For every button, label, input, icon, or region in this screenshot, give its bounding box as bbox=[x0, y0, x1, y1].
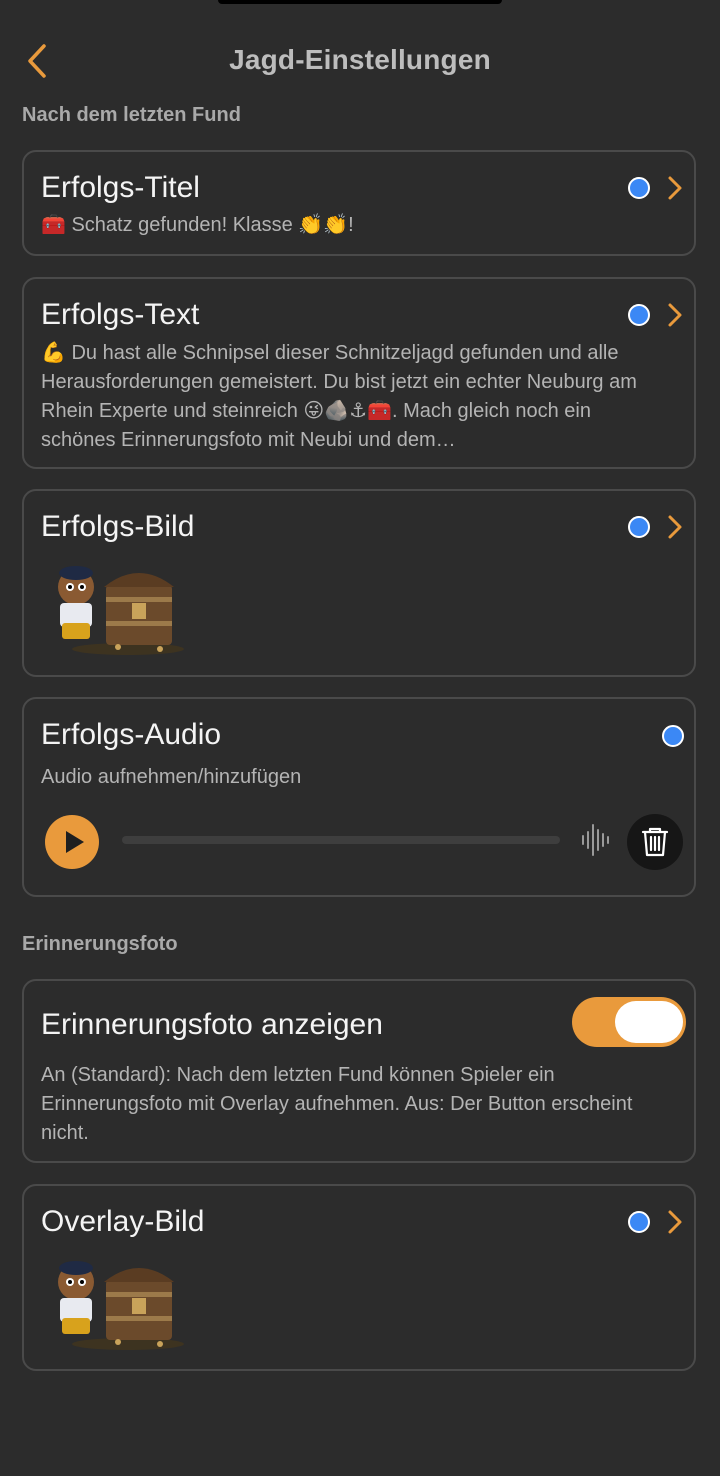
modified-indicator bbox=[628, 516, 650, 538]
overlay-image-card[interactable]: Overlay-Bild bbox=[22, 1184, 696, 1371]
section-label-memory-photo: Erinnerungsfoto bbox=[22, 933, 178, 955]
success-image-label: Erfolgs-Bild bbox=[41, 510, 195, 543]
trash-icon bbox=[641, 827, 669, 857]
memory-photo-toggle-switch[interactable] bbox=[572, 997, 686, 1047]
toggle-knob bbox=[615, 1001, 683, 1043]
memory-photo-toggle-description: An (Standard): Nach dem letzten Fund kön… bbox=[41, 1064, 633, 1144]
success-audio-label: Erfolgs-Audio bbox=[41, 718, 222, 751]
treasure-mascot-image bbox=[58, 566, 184, 655]
play-button[interactable] bbox=[45, 815, 99, 869]
memory-photo-toggle-label: Erinnerungsfoto anzeigen bbox=[41, 1008, 383, 1041]
success-image-card[interactable]: Erfolgs-Bild bbox=[22, 489, 696, 677]
modified-indicator bbox=[628, 304, 650, 326]
overlay-image-label: Overlay-Bild bbox=[41, 1205, 205, 1238]
success-text-label: Erfolgs-Text bbox=[41, 298, 200, 331]
device-notch bbox=[218, 0, 502, 4]
modified-indicator bbox=[662, 725, 684, 747]
success-title-label: Erfolgs-Titel bbox=[41, 171, 200, 204]
success-audio-subtitle[interactable]: Audio aufnehmen/hinzufügen bbox=[41, 763, 664, 792]
success-audio-card: Erfolgs-Audio Audio aufnehmen/hinzufügen bbox=[22, 697, 696, 897]
chevron-right-icon bbox=[668, 1210, 682, 1234]
chevron-right-icon bbox=[668, 303, 682, 327]
page-title: Jagd-Einstellungen bbox=[229, 44, 491, 75]
memory-photo-toggle-card: Erinnerungsfoto anzeigen An (Standard): … bbox=[22, 979, 696, 1163]
overlay-mascot-image bbox=[58, 1261, 184, 1350]
modified-indicator bbox=[628, 1211, 650, 1233]
nav-header: Jagd-Einstellungen bbox=[0, 30, 720, 94]
section-label-after-last-find: Nach dem letzten Fund bbox=[22, 104, 241, 126]
success-title-card[interactable]: Erfolgs-Titel 🧰 Schatz gefunden! Klasse … bbox=[22, 150, 696, 256]
audio-progress-track[interactable] bbox=[122, 836, 560, 844]
modified-indicator bbox=[628, 177, 650, 199]
delete-audio-button[interactable] bbox=[627, 814, 683, 870]
waveform-icon bbox=[582, 824, 609, 856]
success-title-value: 🧰 Schatz gefunden! Klasse 👏👏! bbox=[41, 214, 354, 236]
success-text-card[interactable]: Erfolgs-Text 💪 Du hast alle Schnipsel di… bbox=[22, 277, 696, 469]
chevron-right-icon bbox=[668, 176, 682, 200]
chevron-right-icon bbox=[668, 515, 682, 539]
success-text-value: 💪 Du hast alle Schnipsel dieser Schnitze… bbox=[41, 342, 637, 451]
